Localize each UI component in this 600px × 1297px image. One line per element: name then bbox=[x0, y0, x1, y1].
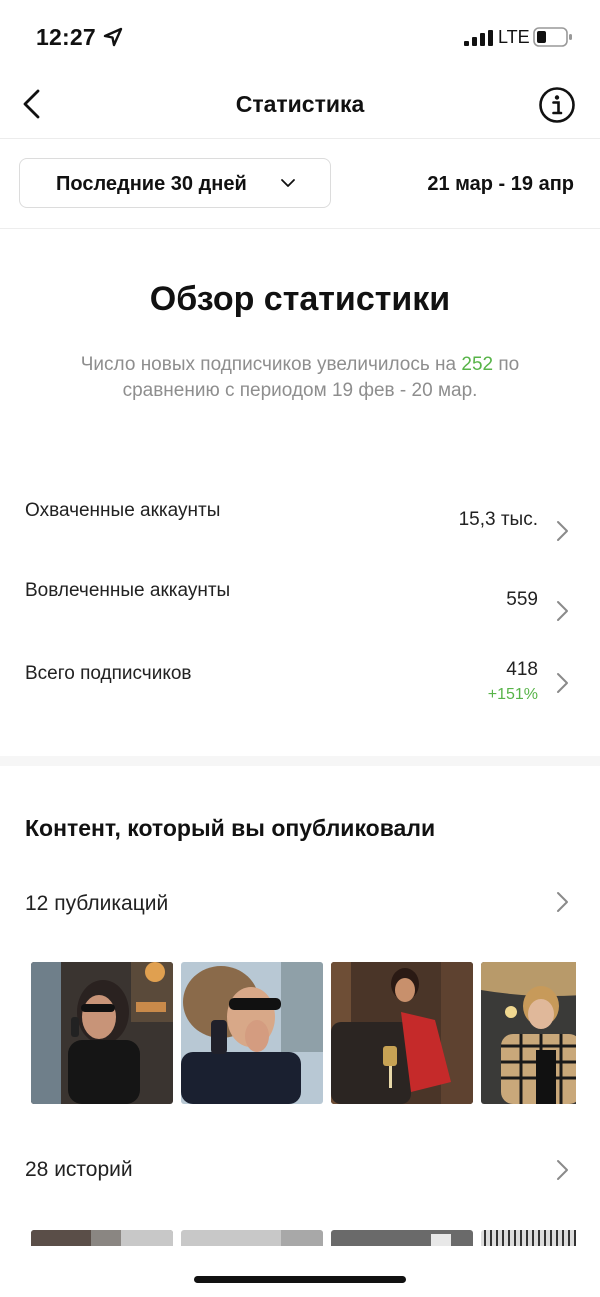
story-thumbnail[interactable] bbox=[31, 1230, 173, 1246]
post-thumbnail[interactable] bbox=[331, 962, 473, 1104]
info-circle-icon[interactable] bbox=[538, 86, 576, 124]
signal-bars-icon bbox=[464, 30, 493, 46]
divider bbox=[0, 228, 600, 229]
stat-change: +151% bbox=[487, 686, 538, 703]
stories-row[interactable]: 28 историй bbox=[0, 1152, 600, 1192]
posts-count-label: 12 публикаций bbox=[25, 892, 169, 915]
summary-prefix: Число новых подписчиков увеличилось на bbox=[80, 354, 457, 375]
story-thumbnail[interactable] bbox=[331, 1230, 473, 1246]
date-range-dropdown[interactable]: Последние 30 дней bbox=[19, 158, 331, 208]
chevron-right-icon bbox=[557, 673, 568, 693]
posts-thumbnails bbox=[31, 962, 576, 1104]
chevron-down-icon bbox=[281, 179, 295, 187]
stat-row-total-followers[interactable]: Всего подписчиков 418 +151% bbox=[0, 657, 600, 717]
network-type: LTE bbox=[498, 27, 530, 47]
stat-row-reached-accounts[interactable]: Охваченные аккаунты 15,3 тыс. bbox=[0, 495, 600, 555]
battery-icon bbox=[533, 27, 572, 47]
post-thumbnail[interactable] bbox=[31, 962, 173, 1104]
stat-value: 559 bbox=[506, 589, 538, 610]
stories-count-label: 28 историй bbox=[25, 1158, 133, 1181]
date-range-text: 21 мар - 19 апр bbox=[427, 173, 574, 195]
status-time: 12:27 bbox=[36, 24, 96, 50]
stat-row-engaged-accounts[interactable]: Вовлеченные аккаунты 559 bbox=[0, 575, 600, 635]
summary-new-followers: 252 bbox=[461, 354, 494, 375]
chevron-right-icon bbox=[557, 521, 568, 541]
status-bar: 12:27 LTE bbox=[0, 0, 600, 72]
nav-bar: Статистика bbox=[0, 72, 600, 139]
stat-label: Вовлеченные аккаунты bbox=[25, 580, 231, 601]
post-thumbnail[interactable] bbox=[181, 962, 323, 1104]
content-section-title: Контент, который вы опубликовали bbox=[25, 815, 436, 841]
stat-label: Охваченные аккаунты bbox=[25, 500, 221, 521]
posts-row[interactable]: 12 публикаций bbox=[0, 884, 600, 924]
page-title: Статистика bbox=[235, 91, 365, 117]
story-thumbnail[interactable] bbox=[481, 1230, 576, 1246]
stat-value: 418 bbox=[506, 659, 538, 680]
overview-summary: Число новых подписчиков увеличилось на 2… bbox=[70, 352, 530, 404]
chevron-right-icon bbox=[557, 601, 568, 621]
home-indicator[interactable] bbox=[194, 1276, 406, 1283]
location-arrow-icon bbox=[103, 27, 123, 47]
chevron-right-icon bbox=[557, 1160, 568, 1180]
stat-label: Всего подписчиков bbox=[25, 663, 192, 684]
section-separator bbox=[0, 756, 600, 766]
story-thumbnail[interactable] bbox=[181, 1230, 323, 1246]
date-range-dropdown-label: Последние 30 дней bbox=[56, 173, 247, 195]
chevron-right-icon bbox=[557, 892, 568, 912]
stat-value: 15,3 тыс. bbox=[458, 509, 538, 530]
stories-thumbnails bbox=[31, 1230, 576, 1246]
post-thumbnail[interactable] bbox=[481, 962, 576, 1104]
overview-title: Обзор статистики bbox=[149, 280, 451, 318]
